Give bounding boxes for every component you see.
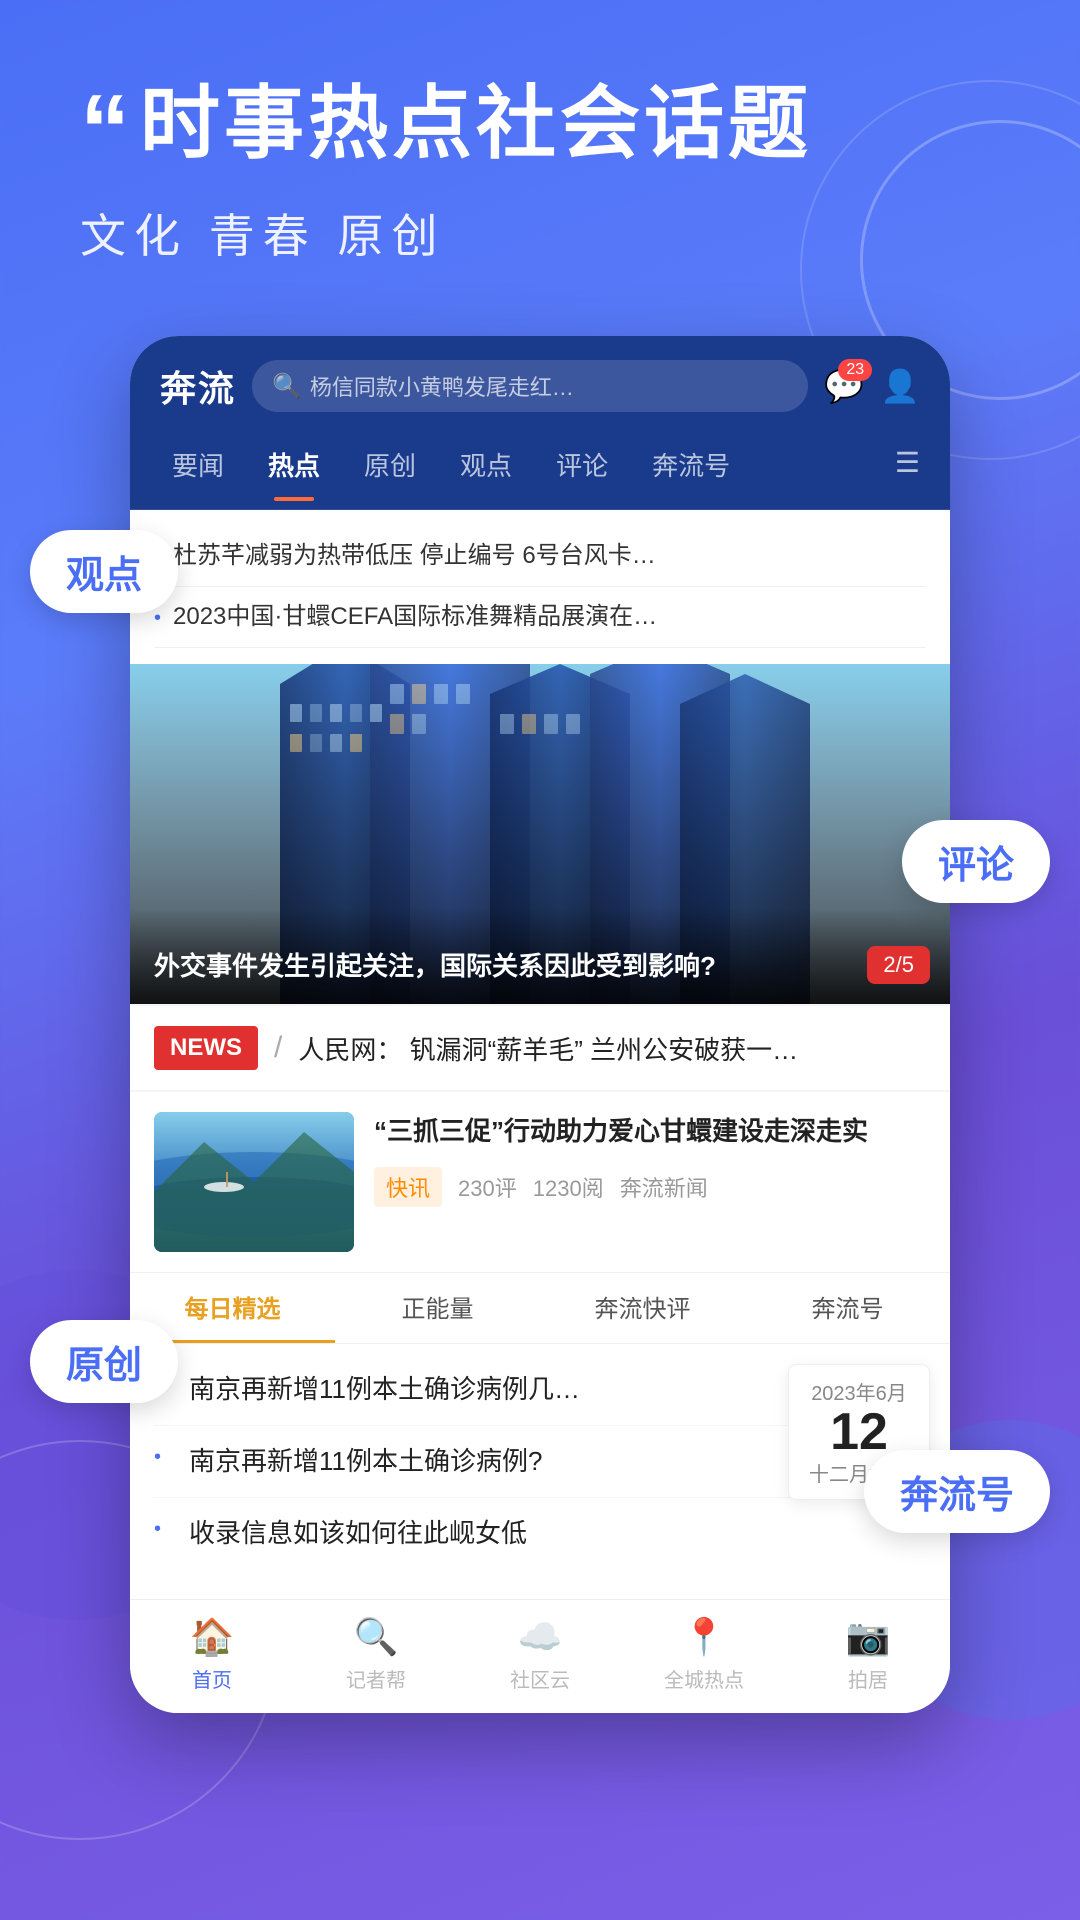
nav-hotspot-label: 全城热点: [664, 1664, 744, 1693]
news-badge: NEWS: [154, 1026, 258, 1070]
header-section: “ 时事热点社会话题 文化 青春 原创: [0, 0, 1080, 306]
app-search-bar[interactable]: 🔍 杨信同款小黄鸭发尾走红…: [252, 360, 808, 412]
bullet-icon: •: [154, 1446, 161, 1469]
bottom-news-text: 收录信息如该如何往此岘女低: [189, 1514, 926, 1553]
float-label-guandian: 观点: [30, 530, 178, 613]
nav-photo-label: 拍居: [848, 1664, 888, 1693]
bottom-navbar: 🏠 首页 🔍 记者帮 ☁️ 社区云 📍 全城热点 📷 拍居: [130, 1599, 950, 1713]
tab-positive-energy[interactable]: 正能量: [335, 1273, 540, 1343]
float-label-yuanchuang: 原创: [30, 1320, 178, 1403]
float-label-benliu: 奔流号: [864, 1450, 1050, 1533]
reporter-icon: 🔍: [354, 1616, 399, 1658]
hotspot-icon: 📍: [682, 1616, 727, 1658]
article-title: “三抓三促”行动助力爱心甘蠉建设走深走实: [374, 1112, 926, 1151]
headline-subtitle: 文化 青春 原创: [80, 200, 1020, 266]
nav-community-label: 社区云: [510, 1664, 570, 1693]
bottom-news-section: • 南京再新增11例本土确诊病例几… • 南京再新增11例本土确诊病例? • 收…: [130, 1344, 950, 1599]
user-icon[interactable]: 👤: [880, 367, 920, 405]
search-icon: 🔍: [272, 372, 302, 401]
home-icon: 🏠: [190, 1616, 235, 1658]
tab-redian[interactable]: 热点: [246, 436, 342, 493]
notification-badge: 23: [838, 359, 872, 381]
search-text: 杨信同款小黄鸭发尾走红…: [310, 370, 574, 402]
list-item[interactable]: • 收录信息如该如何往此岘女低: [154, 1498, 926, 1569]
news-ticker[interactable]: NEWS / 人民网： 钒漏洞“薪羊毛” 兰州公安破获一…: [130, 1004, 950, 1092]
nav-hotspot[interactable]: 📍 全城热点: [622, 1616, 786, 1693]
tab-yuanchuang[interactable]: 原创: [342, 436, 438, 493]
news-item-text: 杜苏芊减弱为热带低压 停止编号 6号台风卡…: [173, 538, 656, 574]
app-header: 奔流 🔍 杨信同款小黄鸭发尾走红… 💬 23 👤: [130, 336, 950, 436]
app-logo: 奔流: [160, 360, 236, 412]
tab-pinglun[interactable]: 评论: [534, 436, 630, 493]
featured-image[interactable]: 外交事件发生引起关注，国际关系因此受到影响? 2/5: [130, 664, 950, 1004]
tab-benliu-hao[interactable]: 奔流号: [745, 1273, 950, 1343]
nav-community[interactable]: ☁️ 社区云: [458, 1616, 622, 1693]
daily-tabs: 每日精选 正能量 奔流快评 奔流号: [130, 1273, 950, 1344]
article-info: “三抓三促”行动助力爱心甘蠉建设走深走实 快讯 230评 1230阅 奔流新闻: [374, 1112, 926, 1252]
nav-photo[interactable]: 📷 拍居: [786, 1616, 950, 1693]
article-thumbnail: [154, 1112, 354, 1252]
community-icon: ☁️: [518, 1616, 563, 1658]
read-count: 1230阅: [533, 1171, 604, 1203]
featured-caption: 外交事件发生引起关注，国际关系因此受到影响?: [130, 908, 950, 1004]
thumbnail-image: [154, 1112, 354, 1252]
tab-benliu[interactable]: 奔流号: [630, 436, 752, 493]
comment-count: 230评: [458, 1171, 517, 1203]
news-divider: /: [274, 1031, 282, 1065]
nav-home-label: 首页: [192, 1664, 232, 1693]
nav-tabs: 要闻 热点 原创 观点 评论 奔流号 ☰: [130, 436, 950, 510]
date-year: 2023年6月: [809, 1377, 909, 1406]
date-day: 12: [809, 1406, 909, 1458]
tab-yaowwen[interactable]: 要闻: [150, 436, 246, 493]
notification-button[interactable]: 💬 23: [824, 367, 864, 405]
photo-icon: 📷: [846, 1616, 891, 1658]
float-label-pinglun: 评论: [902, 820, 1050, 903]
tab-quick-review[interactable]: 奔流快评: [540, 1273, 745, 1343]
list-item[interactable]: • 2023中国·甘蠉CEFA国际标准舞精品展演在…: [154, 587, 926, 648]
article-tag: 快讯: [374, 1167, 442, 1207]
article-source: 奔流新闻: [620, 1171, 708, 1203]
featured-counter: 2/5: [867, 946, 930, 984]
news-item-text: 2023中国·甘蠉CEFA国际标准舞精品展演在…: [173, 599, 657, 635]
menu-icon[interactable]: ☰: [885, 436, 930, 493]
quote-mark: “: [80, 80, 130, 180]
list-item[interactable]: • 杜苏芊减弱为热带低压 停止编号 6号台风卡…: [154, 526, 926, 587]
ticker-text: 人民网： 钒漏洞“薪羊毛” 兰州公安破获一…: [298, 1030, 926, 1067]
headline-title: 时事热点社会话题: [140, 80, 812, 168]
nav-reporter[interactable]: 🔍 记者帮: [294, 1616, 458, 1693]
bullet-icon: •: [154, 1518, 161, 1541]
nav-home[interactable]: 🏠 首页: [130, 1616, 294, 1693]
news-list: • 杜苏芊减弱为热带低压 停止编号 6号台风卡… • 2023中国·甘蠉CEFA…: [130, 510, 950, 664]
phone-mockup: 奔流 🔍 杨信同款小黄鸭发尾走红… 💬 23 👤 要闻 热点 原创 观点 评论 …: [130, 336, 950, 1713]
nav-reporter-label: 记者帮: [346, 1664, 406, 1693]
article-meta: 快讯 230评 1230阅 奔流新闻: [374, 1167, 926, 1207]
article-card[interactable]: “三抓三促”行动助力爱心甘蠉建设走深走实 快讯 230评 1230阅 奔流新闻: [130, 1092, 950, 1273]
tab-guandian[interactable]: 观点: [438, 436, 534, 493]
